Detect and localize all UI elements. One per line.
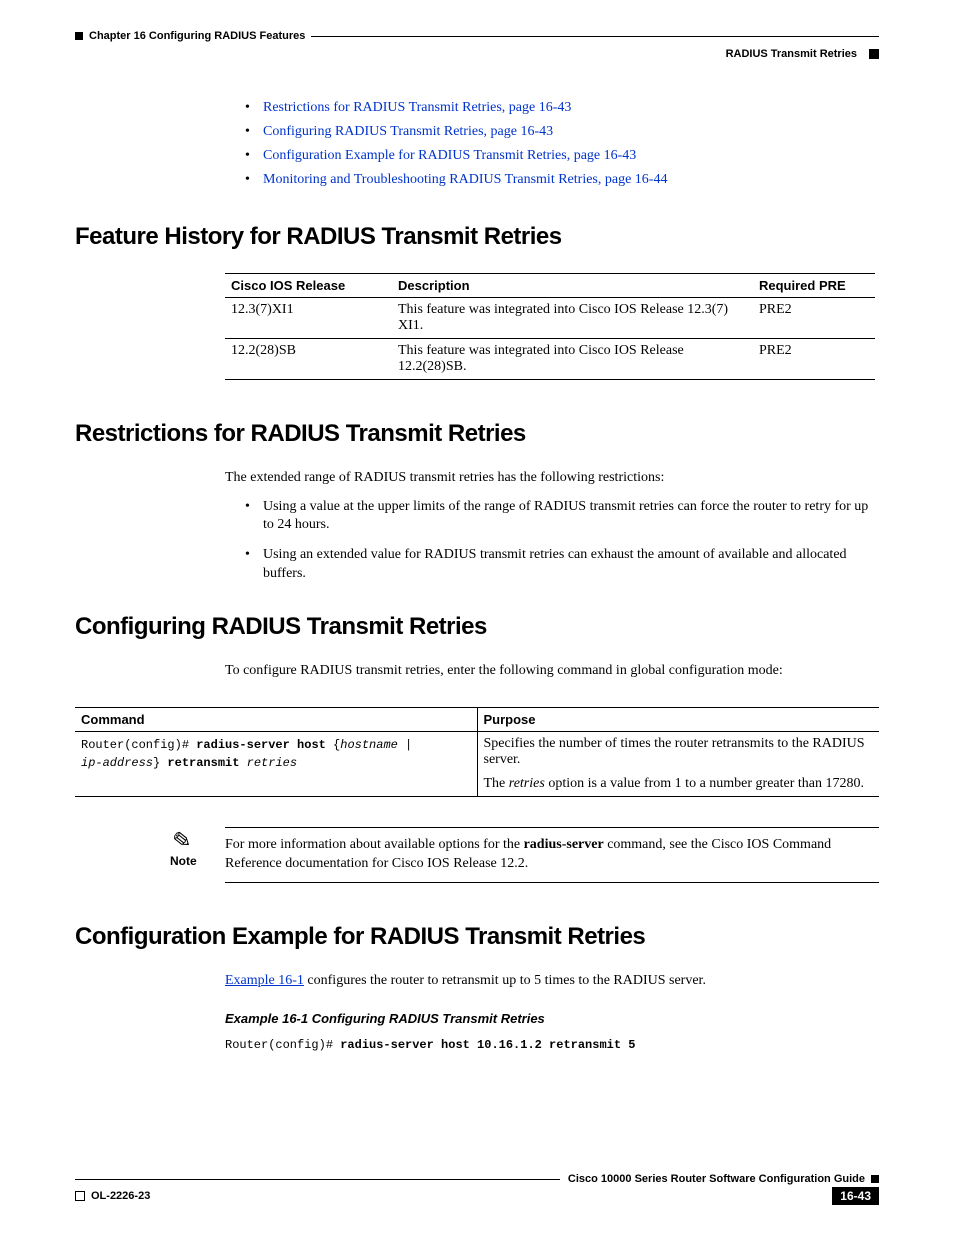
toc-list: Restrictions for RADIUS Transmit Retries… [75,100,879,188]
command-cell: Router(config)# radius-server host {host… [75,731,477,796]
note-block: ✎ Note For more information about availa… [170,827,879,883]
cmd-col-command: Command [75,707,477,731]
list-item: Using a value at the upper limits of the… [245,498,879,534]
footer-marker [871,1175,879,1183]
footer-guide: Cisco 10000 Series Router Software Confi… [568,1173,865,1185]
page-number: 16-43 [832,1187,879,1205]
heading-feature-history: Feature History for RADIUS Transmit Retr… [75,223,879,251]
fh-col-release: Cisco IOS Release [225,274,392,298]
header-marker [75,32,83,40]
table-row: 12.2(28)SB This feature was integrated i… [225,339,875,380]
header-marker-right [869,49,879,59]
cmd-col-purpose: Purpose [477,707,879,731]
toc-link-monitoring[interactable]: Monitoring and Troubleshooting RADIUS Tr… [263,172,667,187]
example-code: Router(config)# radius-server host 10.16… [225,1038,879,1052]
example-caption: Example 16-1 Configuring RADIUS Transmit… [225,1011,879,1026]
page-footer: Cisco 10000 Series Router Software Confi… [75,1173,879,1205]
footer-doc: OL-2226-23 [75,1190,150,1202]
toc-link-example[interactable]: Configuration Example for RADIUS Transmi… [263,148,636,163]
fh-col-pre: Required PRE [753,274,875,298]
page-header-top: Chapter 16 Configuring RADIUS Features [75,30,879,42]
feature-history-table: Cisco IOS Release Description Required P… [225,273,875,380]
heading-example: Configuration Example for RADIUS Transmi… [75,923,879,951]
heading-configuring: Configuring RADIUS Transmit Retries [75,613,879,641]
toc-link-configuring[interactable]: Configuring RADIUS Transmit Retries, pag… [263,124,553,139]
command-table: Command Purpose Router(config)# radius-s… [75,707,879,797]
example-intro: Example 16-1 configures the router to re… [225,973,879,989]
table-row: Router(config)# radius-server host {host… [75,731,879,796]
list-item: Using an extended value for RADIUS trans… [245,546,879,582]
restrictions-intro: The extended range of RADIUS transmit re… [225,470,879,486]
toc-link-restrictions[interactable]: Restrictions for RADIUS Transmit Retries… [263,100,571,115]
pencil-icon: ✎ [167,825,194,858]
heading-restrictions: Restrictions for RADIUS Transmit Retries [75,420,879,448]
header-section: RADIUS Transmit Retries [726,48,857,60]
configuring-intro: To configure RADIUS transmit retries, en… [225,663,879,679]
example-link[interactable]: Example 16-1 [225,973,304,988]
restrictions-list: Using a value at the upper limits of the… [75,498,879,583]
purpose-cell: Specifies the number of times the router… [477,731,879,796]
table-row: 12.3(7)XI1 This feature was integrated i… [225,298,875,339]
note-body: For more information about available opt… [225,827,879,883]
fh-col-desc: Description [392,274,753,298]
page-header-sub: RADIUS Transmit Retries [75,48,879,60]
chapter-label: Chapter 16 Configuring RADIUS Features [89,30,305,42]
